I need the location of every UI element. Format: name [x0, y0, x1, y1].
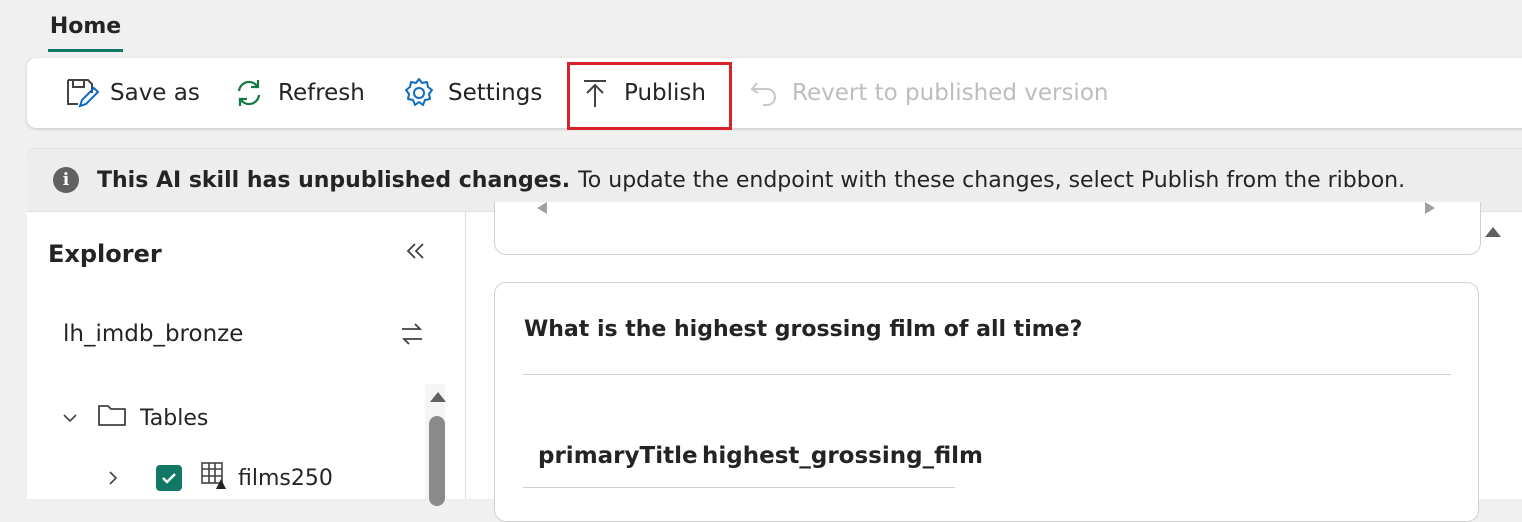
scroll-up-arrow[interactable]: [430, 392, 446, 402]
tab-home-label: Home: [49, 13, 122, 39]
tree-item-films250[interactable]: films250: [102, 460, 333, 496]
folder-icon: [97, 402, 127, 434]
table-header-divider: [523, 487, 955, 488]
scroll-left-arrow[interactable]: [537, 202, 547, 214]
scroll-right-arrow[interactable]: [1425, 202, 1435, 214]
undo-icon: [749, 75, 781, 111]
refresh-button[interactable]: Refresh: [231, 58, 365, 128]
gear-icon: [401, 75, 437, 111]
revert-label: Revert to published version: [792, 80, 1109, 106]
explorer-panel: Explorer lh_imdb_bronze Tables films250: [27, 212, 466, 506]
chevron-down-icon[interactable]: [59, 407, 81, 429]
tab-home[interactable]: Home: [48, 0, 123, 52]
swap-icon[interactable]: [399, 321, 425, 351]
refresh-label: Refresh: [278, 80, 365, 106]
ribbon-toolbar: Save as Refresh Settings Publish Revert …: [27, 58, 1522, 128]
main-scroll-up-arrow[interactable]: [1485, 227, 1501, 237]
table-header-primary-title: primaryTitle: [538, 443, 698, 469]
settings-label: Settings: [448, 80, 543, 106]
lakehouse-name[interactable]: lh_imdb_bronze: [63, 321, 243, 347]
response-card: What is the highest grossing film of all…: [494, 282, 1479, 522]
save-as-button[interactable]: Save as: [63, 58, 200, 128]
table-select-checkbox[interactable]: [156, 465, 182, 491]
message-text: To update the endpoint with these change…: [578, 167, 1406, 193]
collapse-panel-icon[interactable]: [403, 238, 429, 268]
save-as-label: Save as: [110, 80, 200, 106]
table-icon: [200, 460, 230, 496]
message-bold-text: This AI skill has unpublished changes.: [97, 167, 571, 193]
divider: [523, 374, 1451, 375]
tables-label: Tables: [140, 405, 209, 431]
refresh-icon: [231, 75, 267, 111]
settings-button[interactable]: Settings: [401, 58, 542, 128]
info-icon: i: [53, 167, 79, 193]
previous-response-card: [494, 202, 1481, 255]
publish-button[interactable]: Publish: [580, 58, 706, 128]
revert-button[interactable]: Revert to published version: [749, 58, 1108, 128]
scroll-thumb[interactable]: [429, 416, 445, 506]
publish-icon: [580, 75, 610, 111]
table-header-highest-grossing-film: highest_grossing_film: [702, 443, 983, 469]
question-text: What is the highest grossing film of all…: [524, 317, 1083, 342]
chevron-right-icon[interactable]: [102, 467, 124, 489]
tree-item-tables[interactable]: Tables: [59, 402, 208, 434]
table-name-label: films250: [238, 465, 333, 491]
explorer-title: Explorer: [48, 240, 162, 268]
publish-label: Publish: [624, 80, 706, 106]
chat-content-area: What is the highest grossing film of all…: [466, 202, 1522, 522]
save-as-icon: [63, 75, 99, 111]
tab-active-indicator: [48, 49, 123, 52]
